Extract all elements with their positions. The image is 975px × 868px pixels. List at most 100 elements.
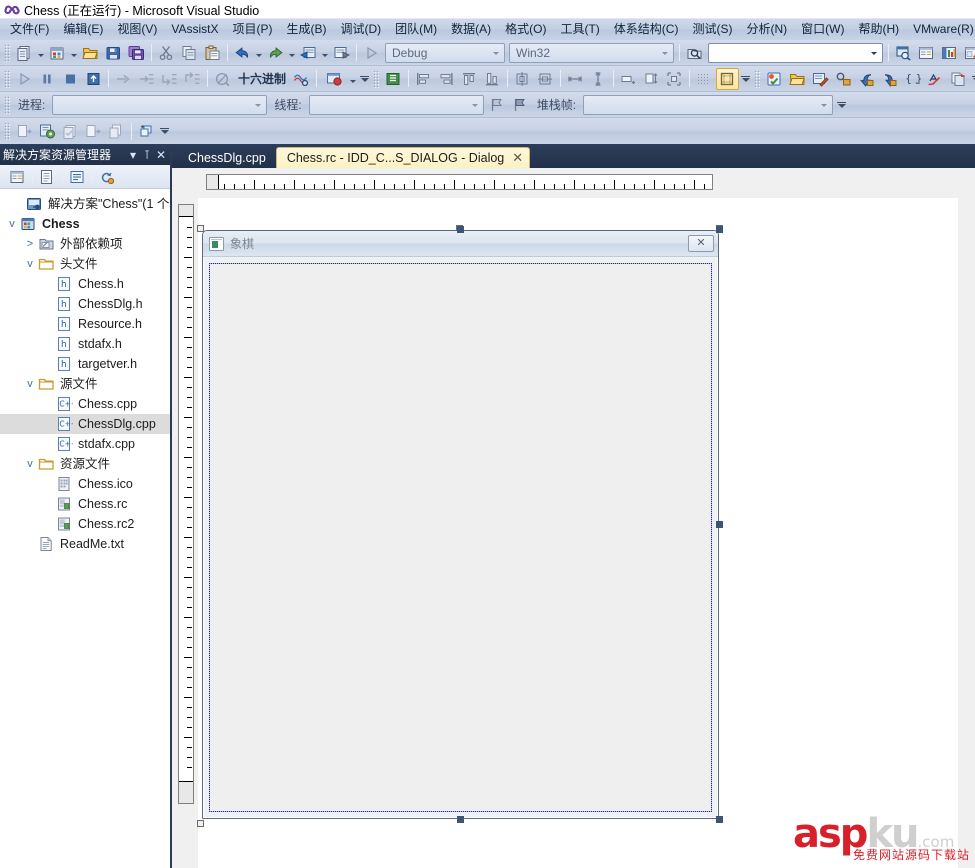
menu-view[interactable]: 视图(V) — [110, 20, 164, 39]
align-lefts-button[interactable] — [412, 68, 435, 90]
toolbar-overflow-button[interactable] — [970, 68, 975, 90]
center-vertically-button[interactable] — [534, 68, 557, 90]
new-project-dropdown-icon[interactable] — [69, 42, 79, 64]
thread-combo[interactable] — [308, 94, 484, 115]
design-dialog[interactable]: 象棋 ✕ — [202, 230, 719, 819]
paste-button[interactable] — [201, 42, 224, 64]
view-code-icon[interactable] — [66, 166, 89, 188]
configuration-manager-icon[interactable] — [135, 120, 158, 142]
close-tab-icon[interactable]: ✕ — [512, 151, 523, 164]
close-window-icon[interactable]: ✕ — [154, 147, 168, 163]
object-browser-button[interactable] — [961, 42, 975, 64]
menu-debug[interactable]: 调试(D) — [333, 20, 388, 39]
new-item-button[interactable] — [13, 42, 36, 64]
step-into-button[interactable] — [135, 68, 158, 90]
navigate-forward-button[interactable] — [330, 42, 353, 64]
menu-architecture[interactable]: 体系结构(C) — [607, 20, 686, 39]
save-all-button[interactable] — [125, 42, 148, 64]
expander-collapse-icon[interactable]: v — [4, 214, 20, 234]
resize-handle-middle-right[interactable] — [716, 521, 723, 528]
va-paste-icon[interactable] — [947, 68, 970, 90]
va-refactor-icon[interactable] — [809, 68, 832, 90]
properties-window-icon[interactable] — [6, 166, 29, 188]
menu-edit[interactable]: 编辑(E) — [56, 20, 110, 39]
start-debugging-button[interactable] — [360, 42, 383, 64]
size-to-grid-button[interactable] — [640, 68, 663, 90]
menu-data[interactable]: 数据(A) — [444, 20, 498, 39]
menu-window[interactable]: 窗口(W) — [794, 20, 851, 39]
menu-analyze[interactable]: 分析(N) — [739, 20, 794, 39]
tab-chessdlg-cpp[interactable]: ChessDlg.cpp — [178, 147, 276, 168]
process-combo[interactable] — [52, 94, 268, 115]
va-open-folder-icon[interactable] — [786, 68, 809, 90]
test-explorer-button[interactable] — [382, 68, 405, 90]
stack-frame-combo[interactable] — [583, 94, 834, 115]
open-file-button[interactable] — [79, 42, 102, 64]
toolbar-grip[interactable] — [4, 43, 11, 62]
show-flagged-threads-button[interactable] — [509, 94, 532, 116]
threads-button[interactable] — [290, 68, 313, 90]
va-find-symbol-icon[interactable] — [832, 68, 855, 90]
tree-item-file-chess-h[interactable]: h Chess.h — [0, 274, 170, 294]
tree-item-folder-source-files[interactable]: v 源文件 — [0, 374, 170, 394]
show-next-statement-button[interactable] — [112, 68, 135, 90]
toolbar-overflow-button[interactable] — [835, 94, 848, 116]
resize-handle-top-right[interactable] — [716, 226, 723, 233]
toolbox-button[interactable] — [938, 42, 961, 64]
resize-handle-bottom-right[interactable] — [716, 816, 723, 823]
tab-chess-rc-dialog[interactable]: Chess.rc - IDD_C...S_DIALOG - Dialog ✕ — [275, 147, 531, 168]
toolbar-grip[interactable] — [4, 69, 11, 88]
step-over-button[interactable] — [158, 68, 181, 90]
cut-button[interactable] — [155, 42, 178, 64]
redo-dropdown-icon[interactable] — [287, 42, 297, 64]
dialog-client-area[interactable] — [209, 263, 712, 812]
expander-collapse-icon[interactable]: v — [22, 374, 38, 394]
tree-item-file-stdafx-h[interactable]: h stdafx.h — [0, 334, 170, 354]
expander-expand-icon[interactable]: > — [22, 234, 38, 254]
toolbar-grip[interactable] — [4, 95, 11, 114]
resize-handle-top-center[interactable] — [457, 226, 464, 233]
resize-handle-bottom-center[interactable] — [457, 816, 464, 823]
breakpoints-window-button[interactable] — [211, 68, 234, 90]
expander-collapse-icon[interactable]: v — [22, 254, 38, 274]
tree-item-folder-resource-files[interactable]: v 资源文件 — [0, 454, 170, 474]
expander-icon[interactable] — [10, 194, 26, 214]
menu-team[interactable]: 团队(M) — [388, 20, 444, 39]
dialog-close-button[interactable]: ✕ — [688, 235, 714, 252]
solution-configuration-combo[interactable]: Debug — [385, 42, 505, 63]
align-tops-button[interactable] — [458, 68, 481, 90]
undo-button[interactable] — [231, 42, 254, 64]
auto-hide-pin-icon[interactable]: ⊺ — [140, 147, 154, 163]
new-item-dropdown-icon[interactable] — [36, 42, 46, 64]
make-same-width-button[interactable] — [564, 68, 587, 90]
menu-vmware[interactable]: VMware(R) — [906, 20, 975, 39]
menu-format[interactable]: 格式(O) — [498, 20, 553, 39]
va-spell-check-icon[interactable] — [924, 68, 947, 90]
tree-item-external-dependencies[interactable]: > 外部依赖项 — [0, 234, 170, 254]
build-solution-icon[interactable] — [13, 120, 36, 142]
solution-platform-combo[interactable]: Win32 — [509, 42, 674, 63]
size-to-content-button[interactable] — [617, 68, 640, 90]
menu-test[interactable]: 测试(S) — [685, 20, 739, 39]
toggle-grid-button[interactable] — [693, 68, 716, 90]
toggle-guides-button[interactable] — [716, 67, 740, 90]
dialog-designer-surface[interactable]: 象棋 ✕ — [172, 168, 975, 868]
menu-file[interactable]: 文件(F) — [3, 20, 56, 39]
va-open-file-in-solution-icon[interactable] — [763, 68, 786, 90]
toolbar-overflow-button[interactable] — [158, 120, 171, 142]
restart-button[interactable] — [82, 68, 105, 90]
tree-item-file-readme-txt[interactable]: ReadMe.txt — [0, 534, 170, 554]
tree-item-folder-header-files[interactable]: v 头文件 — [0, 254, 170, 274]
compile-icon[interactable] — [82, 120, 105, 142]
navigate-backward-dropdown-icon[interactable] — [320, 42, 330, 64]
tree-item-file-chess-ico[interactable]: Chess.ico — [0, 474, 170, 494]
show-all-files-icon[interactable] — [36, 166, 59, 188]
hex-display-button[interactable]: 十六进制 — [234, 70, 290, 87]
toolbar-overflow-button[interactable] — [358, 68, 371, 90]
copy-button[interactable] — [178, 42, 201, 64]
toolbar-grip[interactable] — [4, 122, 11, 140]
toolbar-grip[interactable] — [373, 69, 381, 88]
break-all-button[interactable] — [36, 68, 59, 90]
tree-item-solution[interactable]: 解决方案"Chess"(1 个项目 — [0, 194, 170, 214]
toolbar-overflow-button[interactable] — [739, 68, 752, 90]
